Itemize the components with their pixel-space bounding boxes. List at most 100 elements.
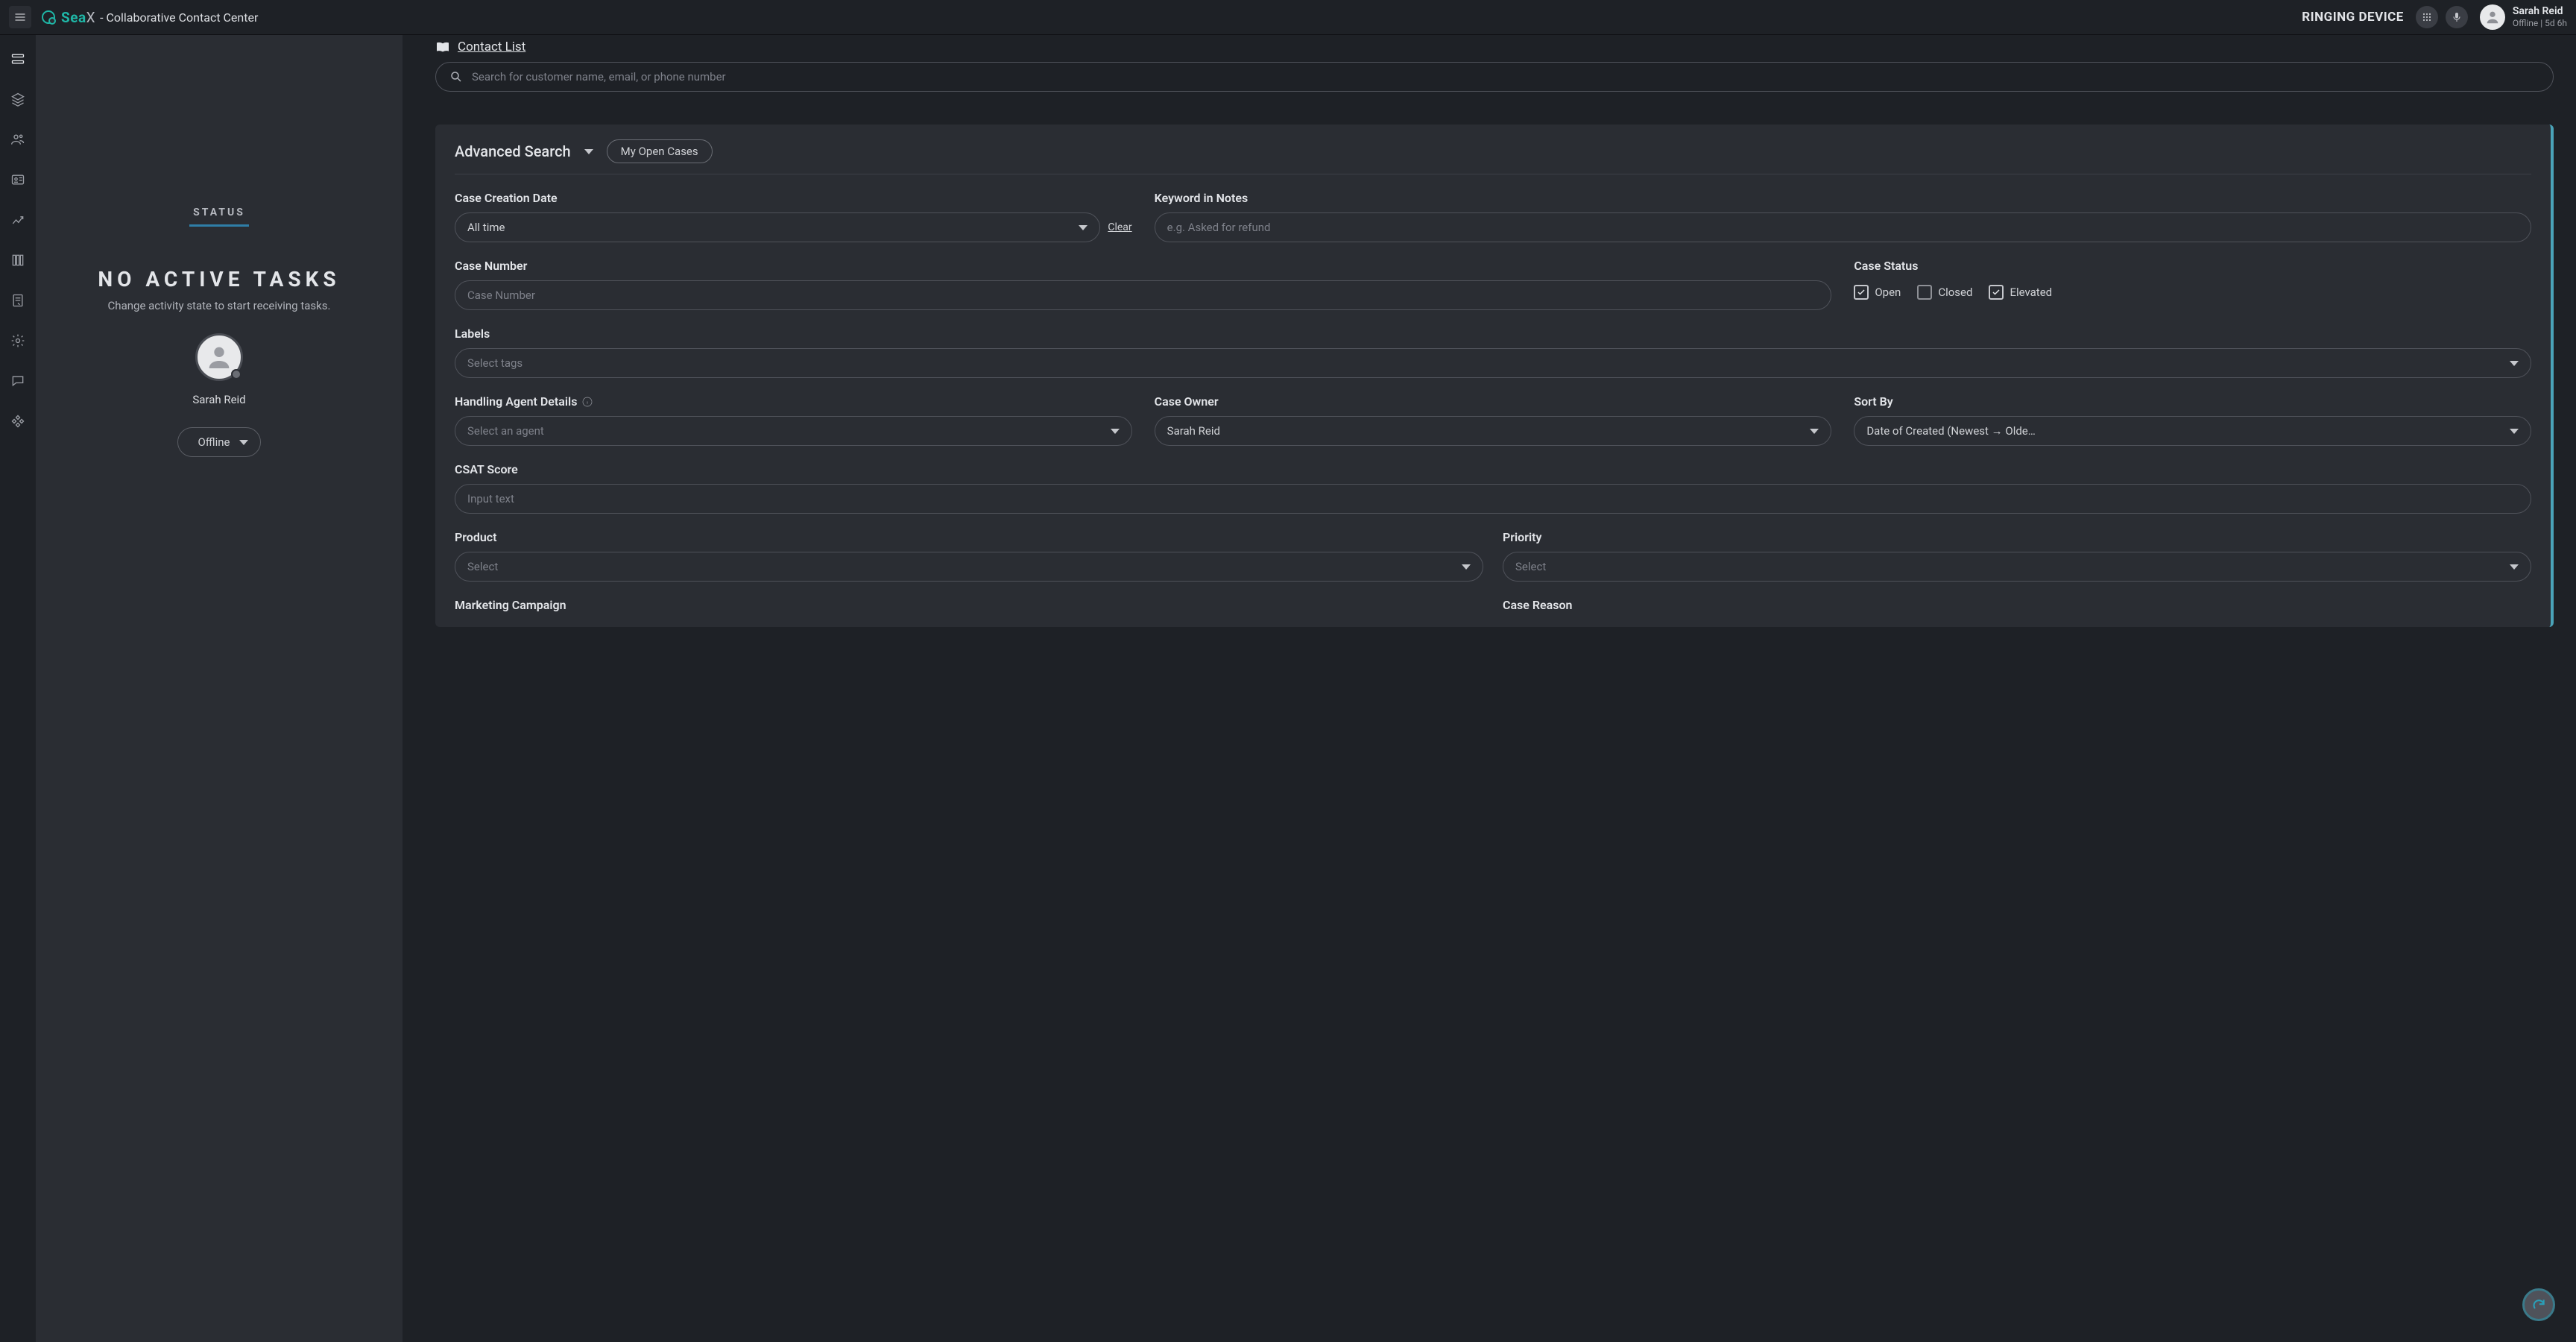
field-handling-agent: Handling Agent Details Select an agent [455,394,1132,446]
label-handling-agent: Handling Agent Details [455,394,1132,409]
field-labels: Labels Select tags [455,327,2531,378]
keyword-input[interactable] [1167,221,2519,234]
label-csat: CSAT Score [455,462,2531,476]
sidenav-item-notes[interactable] [9,292,27,309]
contact-list-row: Contact List [435,35,2554,54]
sidenav-item-contacts[interactable] [9,130,27,148]
check-open[interactable]: Open [1854,285,1901,300]
sidenav-item-card[interactable] [9,171,27,189]
field-priority: Priority Select [1503,530,2531,582]
mic-icon [2451,11,2463,23]
advanced-search-panel: Advanced Search My Open Cases Case Creat… [435,125,2554,627]
sidenav-item-tasks[interactable] [9,50,27,68]
checkbox-icon [1989,285,2004,300]
field-case-owner: Case Owner Sarah Reid [1155,394,1832,446]
refresh-icon [2531,1297,2546,1312]
chevron-down-icon [1462,564,1471,570]
info-icon [581,396,593,408]
agent-name: Sarah Reid [192,393,245,406]
check-elevated[interactable]: Elevated [1989,285,2052,300]
handling-agent-select[interactable]: Select an agent [455,416,1132,446]
field-case-number: Case Number [455,259,1831,310]
csat-input[interactable] [467,492,2519,505]
check-closed[interactable]: Closed [1917,285,1972,300]
case-number-input-wrap[interactable] [455,280,1831,310]
field-keyword: Keyword in Notes [1155,191,2531,242]
customer-search-input[interactable] [472,70,2539,84]
contact-list-link[interactable]: Contact List [458,40,525,54]
product-select[interactable]: Select [455,552,1483,582]
panel-header: Advanced Search My Open Cases [455,139,2531,174]
keyword-input-wrap[interactable] [1155,212,2531,242]
avatar [2480,4,2505,30]
sidenav-item-settings[interactable] [9,332,27,350]
brand: SeaX - Collaborative Contact Center [42,9,258,26]
person-icon [2484,9,2501,25]
chevron-down-icon [2510,361,2519,366]
sort-by-select[interactable]: Date of Created (Newest → Olde… [1854,416,2531,446]
dialpad-icon [2421,11,2433,23]
case-number-input[interactable] [467,289,1819,302]
chevron-down-icon [239,440,248,445]
user-status: Offline | 5d 6h [2513,18,2567,28]
brand-subtitle: - Collaborative Contact Center [100,10,258,25]
customer-search[interactable] [435,62,2554,92]
main-panel: Contact List Advanced Search My Open Cas… [402,35,2576,1342]
brand-logo-icon [42,10,55,24]
sidenav-item-chat[interactable] [9,372,27,390]
label-labels: Labels [455,327,2531,341]
no-tasks-headline: NO ACTIVE TASKS [98,267,340,292]
sidenav-item-analytics[interactable] [9,211,27,229]
creation-date-select[interactable]: All time [455,212,1100,242]
label-marketing: Marketing Campaign [455,598,1483,612]
label-product: Product [455,530,1483,544]
labels-select[interactable]: Select tags [455,348,2531,378]
field-sort-by: Sort By Date of Created (Newest → Olde… [1854,394,2531,446]
mic-button[interactable] [2446,6,2468,28]
label-creation-date: Case Creation Date [455,191,1132,205]
user-meta: Sarah Reid Offline | 5d 6h [2513,5,2567,28]
label-case-reason: Case Reason [1503,598,2531,612]
chevron-down-icon [2510,564,2519,570]
availability-value: Offline [198,435,230,449]
field-creation-date: Case Creation Date All time Clear [455,191,1132,242]
case-owner-select[interactable]: Sarah Reid [1155,416,1832,446]
label-sort-by: Sort By [1854,394,2531,409]
sidenav-item-library[interactable] [9,251,27,269]
chevron-down-icon [2510,429,2519,434]
priority-select[interactable]: Select [1503,552,2531,582]
user-chip[interactable]: Sarah Reid Offline | 5d 6h [2480,4,2567,30]
csat-input-wrap[interactable] [455,484,2531,514]
checkbox-icon [1854,285,1869,300]
status-pane: STATUS NO ACTIVE TASKS Change activity s… [36,35,402,1342]
ringing-device-label: RINGING DEVICE [2302,10,2404,25]
chevron-down-icon [1810,429,1819,434]
book-icon [435,41,450,53]
label-case-number: Case Number [455,259,1831,273]
my-open-cases-button[interactable]: My Open Cases [607,139,713,163]
label-priority: Priority [1503,530,2531,544]
field-marketing: Marketing Campaign [455,598,1483,612]
sidenav [0,35,36,1342]
label-case-status: Case Status [1854,259,2531,273]
advanced-search-toggle[interactable]: Advanced Search [455,142,593,160]
chevron-down-icon [584,149,593,154]
availability-select[interactable]: Offline [177,427,260,457]
sidenav-item-integrations[interactable] [9,412,27,430]
chevron-down-icon [1111,429,1120,434]
status-tab-underline [189,224,249,227]
hamburger-button[interactable] [9,6,31,28]
sidenav-item-layers[interactable] [9,90,27,108]
field-product: Product Select [455,530,1483,582]
topbar: SeaX - Collaborative Contact Center RING… [0,0,2576,35]
dialpad-button[interactable] [2416,6,2438,28]
status-tab-label: STATUS [193,207,245,218]
clear-link[interactable]: Clear [1108,221,1131,233]
presence-dot [231,369,242,379]
brand-name: SeaX [61,9,95,26]
label-case-owner: Case Owner [1155,394,1832,409]
refresh-fab[interactable] [2522,1288,2555,1321]
field-case-status: Case Status Open Closed Elevated [1854,259,2531,310]
no-tasks-hint: Change activity state to start receiving… [108,299,331,312]
field-csat: CSAT Score [455,462,2531,514]
